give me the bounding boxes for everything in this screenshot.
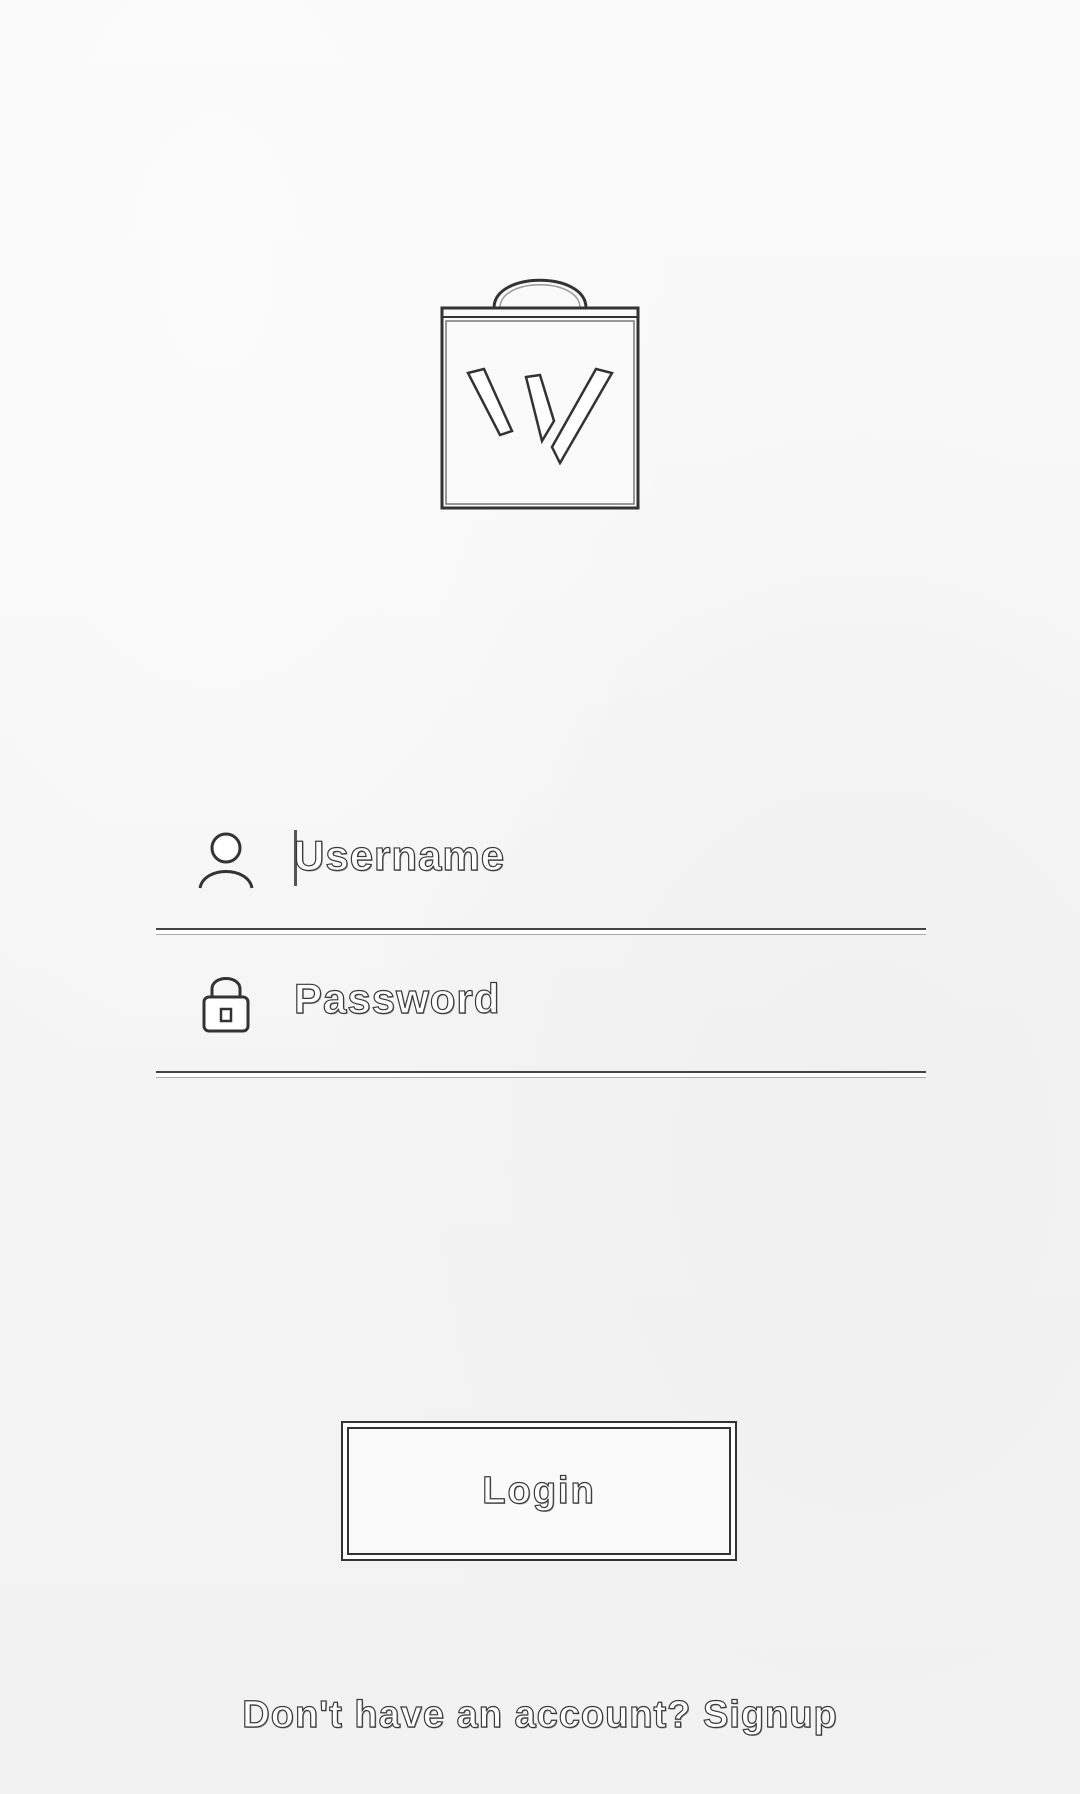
username-field[interactable]: Username bbox=[156, 826, 926, 936]
login-button[interactable]: Login bbox=[341, 1421, 737, 1561]
password-underline bbox=[156, 1071, 926, 1078]
password-field[interactable]: Password bbox=[156, 969, 926, 1079]
signup-link[interactable]: Don't have an account? Signup bbox=[0, 1693, 1080, 1737]
user-icon bbox=[196, 826, 256, 892]
username-input[interactable]: Username bbox=[293, 831, 505, 880]
lock-icon bbox=[196, 969, 256, 1035]
shopping-bag-w-icon bbox=[440, 278, 640, 510]
app-logo bbox=[430, 263, 650, 513]
login-button-label: Login bbox=[482, 1469, 596, 1512]
password-input[interactable]: Password bbox=[293, 974, 500, 1023]
username-underline bbox=[156, 928, 926, 935]
